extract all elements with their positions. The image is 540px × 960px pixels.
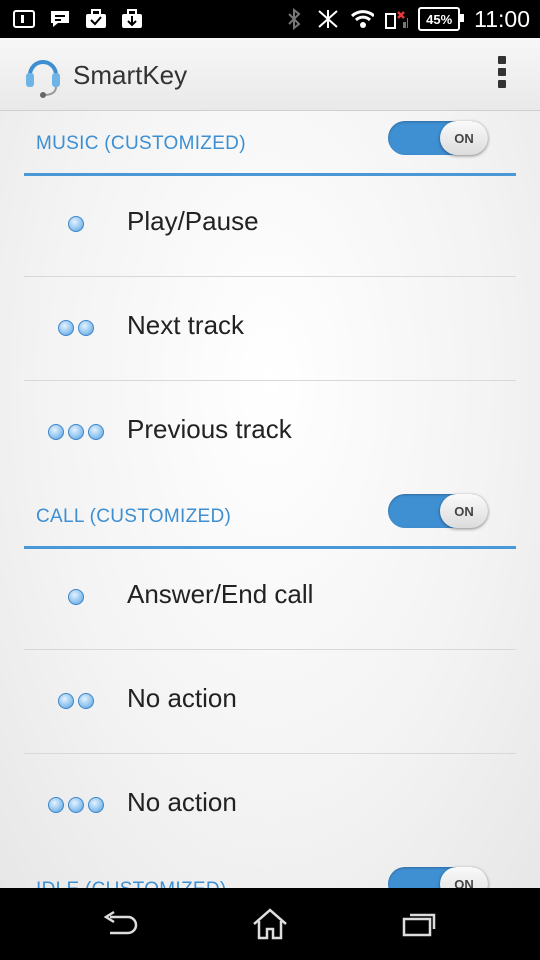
notification-icon [12, 8, 36, 30]
double-press-icon [24, 276, 128, 380]
toggle-label: ON [440, 494, 488, 528]
section-header-idle: IDLE (CUSTOMIZED) ON [24, 859, 516, 888]
wifi-icon [350, 8, 375, 30]
toggle-label: ON [440, 121, 488, 155]
section-title: IDLE (CUSTOMIZED) [36, 879, 227, 888]
list-item-call-triple[interactable]: No action [24, 753, 516, 857]
navigation-bar [0, 888, 540, 960]
triple-press-icon [24, 753, 128, 857]
nfc-icon [316, 8, 340, 30]
section-header-music: MUSIC (CUSTOMIZED) ON [24, 113, 516, 176]
section-header-call: CALL (CUSTOMIZED) ON [24, 486, 516, 549]
single-press-icon [24, 545, 128, 649]
list-item-previous-track[interactable]: Previous track [24, 380, 516, 484]
action-label: No action [127, 787, 237, 817]
clock: 11:00 [474, 5, 530, 32]
back-icon [103, 910, 138, 935]
single-press-icon [24, 172, 128, 276]
section-title: CALL (CUSTOMIZED) [36, 506, 232, 527]
task-icon [84, 8, 108, 30]
section-title: MUSIC (CUSTOMIZED) [36, 133, 246, 154]
recents-icon [402, 913, 436, 937]
action-label: Previous track [127, 414, 292, 444]
list-item-play-pause[interactable]: Play/Pause [24, 172, 516, 277]
triple-press-icon [24, 380, 128, 484]
toggle-label: ON [440, 867, 488, 888]
battery-indicator: 45% [418, 7, 465, 31]
recents-button[interactable] [392, 902, 448, 946]
action-bar: SmartKey [0, 38, 540, 111]
action-label: Play/Pause [127, 206, 259, 236]
settings-list: MUSIC (CUSTOMIZED) ON Play/Pause Next tr… [0, 111, 540, 888]
app-title: SmartKey [73, 60, 188, 90]
overflow-menu-button[interactable] [494, 56, 510, 96]
message-icon [48, 8, 72, 30]
headset-icon [26, 60, 60, 98]
download-icon [120, 8, 144, 30]
double-press-icon [24, 649, 128, 753]
call-toggle[interactable]: ON [388, 494, 488, 528]
action-label: Next track [127, 310, 245, 340]
home-icon [253, 908, 287, 940]
list-item-next-track[interactable]: Next track [24, 276, 516, 381]
list-item-call-double[interactable]: No action [24, 649, 516, 754]
music-toggle[interactable]: ON [388, 121, 488, 155]
home-button[interactable] [242, 902, 298, 946]
status-bar: 45% 11:00 [0, 0, 540, 38]
signal-icon [384, 8, 409, 30]
bluetooth-icon [282, 8, 306, 30]
idle-toggle[interactable]: ON [388, 867, 488, 888]
action-label: Answer/End call [127, 579, 314, 609]
list-item-answer-end-call[interactable]: Answer/End call [24, 545, 516, 650]
back-button[interactable] [92, 902, 148, 946]
action-label: No action [127, 683, 237, 713]
